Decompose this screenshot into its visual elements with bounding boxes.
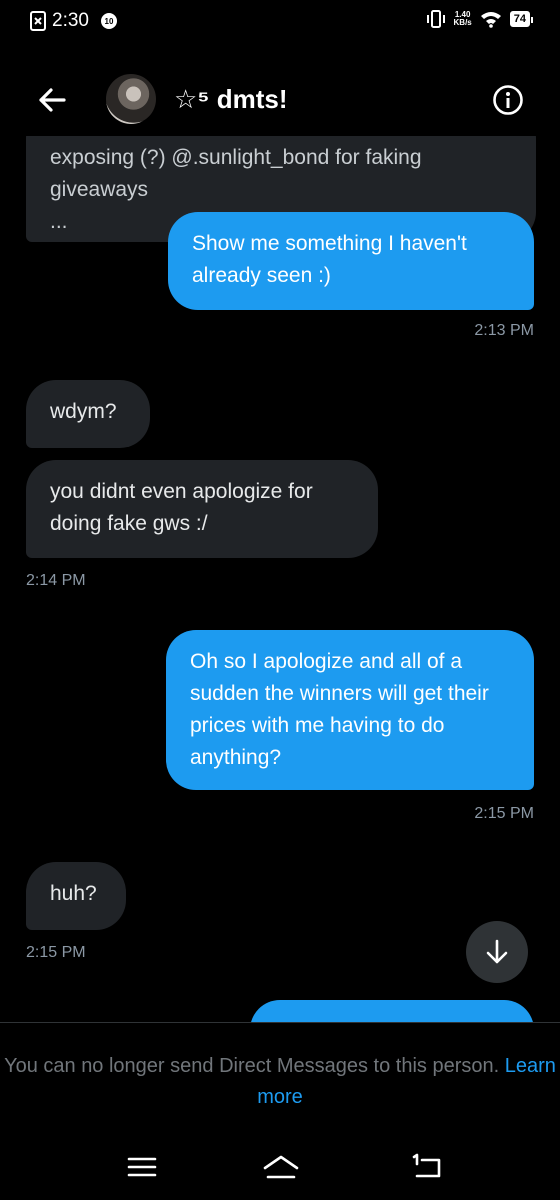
vibrate-icon [426,10,445,28]
status-time: 2:30 [52,10,89,31]
message-bubble-incoming[interactable]: huh? [26,862,126,930]
message-bubble-incoming[interactable]: wdym? [26,380,150,448]
status-bar-right: 1.40 KB/s 74 [426,10,534,28]
arrow-left-icon[interactable] [34,82,70,118]
dm-restricted-notice: You can no longer send Direct Messages t… [0,1051,560,1113]
message-timestamp: 2:14 PM [26,572,86,589]
message-bubble-incoming[interactable]: you didnt even apologize for doing fake … [26,460,378,558]
back-nav-icon[interactable] [412,1152,444,1182]
message-bubble-outgoing[interactable]: Show me something I haven't already seen… [168,212,534,310]
scroll-to-bottom-button[interactable] [466,921,528,983]
status-bar-left: 2:30 10 [30,10,117,32]
screenshot-icon [30,11,46,31]
battery-indicator: 74 [509,11,534,27]
info-icon[interactable] [492,84,524,116]
home-icon[interactable] [262,1152,300,1182]
notification-badge: 10 [100,13,117,29]
conversation-header: ☆⁵ dmts! [0,64,560,136]
system-navigation-bar [0,1132,560,1200]
status-bar: 2:30 10 1.40 KB/s 74 [0,0,560,44]
message-timestamp: 2:15 PM [26,944,86,961]
net-speed: 1.40 KB/s [454,11,472,27]
message-timestamp: 2:15 PM [474,805,534,822]
notice-text: You can no longer send Direct Messages t… [4,1055,500,1077]
arrow-down-icon [486,939,508,964]
wifi-icon [480,12,501,28]
dm-restricted-footer: You can no longer send Direct Messages t… [0,1022,560,1133]
message-timestamp: 2:13 PM [474,322,534,339]
message-bubble-outgoing[interactable]: Oh so I apologize and all of a sudden th… [166,630,534,790]
avatar[interactable] [106,74,156,124]
menu-icon[interactable] [126,1152,158,1182]
conversation-title[interactable]: ☆⁵ dmts! [174,84,288,115]
net-speed-unit: KB/s [453,18,472,27]
